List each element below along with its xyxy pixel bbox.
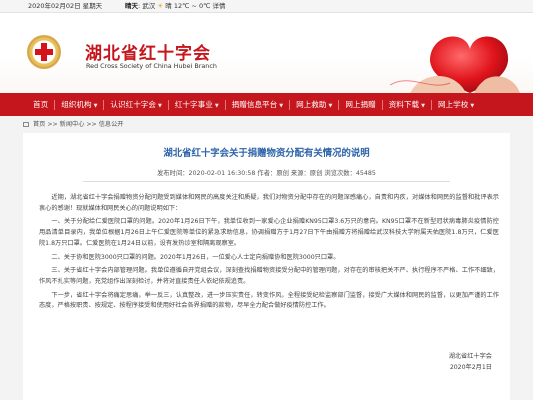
nav-item-organization[interactable]: 组织机构 ▼ (56, 93, 102, 116)
nav-item-red-cross-cause[interactable]: 红十字事业 ▼ (170, 93, 224, 116)
site-title: 湖北省红十字会 (85, 44, 211, 64)
weather-text: 晴 (165, 2, 172, 10)
home-icon (23, 121, 29, 127)
site-header: 湖北省红十字会 Red Cross Society of China Hubei… (0, 13, 533, 93)
nav-item-about-red-cross[interactable]: 认识红十字会 ▼ (105, 93, 166, 116)
chevron-down-icon: ▼ (157, 103, 162, 109)
breadcrumb: 首页 >> 新闻中心 >> 信息公开 (23, 119, 510, 130)
signature-date: 2020年2月1日 (449, 364, 492, 371)
chevron-down-icon: ▼ (214, 103, 219, 109)
breadcrumb-home[interactable]: 首页 (33, 121, 45, 128)
nav-item-online-relief[interactable]: 网上救助 ▼ (291, 93, 337, 116)
article-paragraph: 近期，湖北省红十字会捐赠物资分配问题受到媒体和网民的高度关注和质疑，我们对物资分… (39, 194, 499, 212)
breadcrumb-current[interactable]: 信息公开 (99, 121, 124, 128)
chevron-down-icon: ▼ (421, 103, 425, 109)
weather-detail-link[interactable]: 详情 (213, 2, 226, 10)
breadcrumb-news[interactable]: 新闻中心 (60, 121, 85, 128)
article-paragraph: 下一步，省红十字会将痛定思痛，举一反三，认真整改，进一步压实责任，转变作风，全程… (39, 291, 499, 310)
main-navigation: 首页 组织机构 ▼ 认识红十字会 ▼ 红十字事业 ▼ 捐赠信息平台 ▼ 网上救助 ▼ 网上… (0, 93, 533, 116)
article-paragraph: 一、关于分配给仁爱医院口罩的问题。2020年1月26日下午，我单位收到一家爱心企… (39, 218, 499, 247)
article-body: 近期，湖北省红十字会捐赠物资分配问题受到媒体和网民的高度关注和质疑，我们对物资分… (39, 193, 499, 315)
chevron-down-icon: ▼ (470, 103, 475, 109)
article-meta: 发布时间：2020-02-01 16:30:58 作者：原创 来源：原创 浏览次… (23, 168, 510, 182)
nav-item-home[interactable]: 首页 (28, 93, 53, 116)
article-signature: 湖北省红十字会 2020年2月1日 (449, 351, 492, 373)
site-subtitle: Red Cross Society of China Hubei Branch (86, 62, 217, 70)
meta-divider (83, 181, 450, 182)
article-paragraph: 二、关于协和医院3000只口罩的问题。2020年1月26日，一位爱心人士定向捐赠… (51, 253, 340, 261)
top-info-bar: 2020年02月02日 星期天 晴天: 武汉 ☀ 晴 12℃ ~ 0℃ 详情 (0, 0, 533, 13)
chevron-down-icon: ▼ (93, 103, 98, 109)
weather-widget: 晴天: 武汉 ☀ 晴 12℃ ~ 0℃ 详情 (125, 2, 226, 10)
temperature: 12℃ ~ 0℃ (173, 2, 211, 10)
signature-org: 湖北省红十字会 (448, 353, 492, 360)
chevron-down-icon: ▼ (328, 103, 333, 109)
chevron-down-icon: ▼ (279, 103, 284, 109)
city-name: 武汉 (142, 2, 156, 10)
article-paragraph: 三、关于省红十字会内部管理问题。我单位遵循自开党组会议，深刻查找捐赠物资接受分配… (39, 267, 499, 285)
nav-item-online-donation[interactable]: 网上捐赠 (340, 93, 380, 116)
sun-icon: ☀ (157, 2, 164, 10)
nav-item-online-school[interactable]: 网上学校 ▼ (433, 93, 479, 116)
hands-heart-icon (390, 36, 520, 93)
article-panel: 湖北省红十字会关于捐赠物资分配有关情况的说明 发布时间：2020-02-01 1… (23, 133, 510, 400)
red-cross-logo-icon[interactable] (27, 35, 61, 69)
nav-item-downloads[interactable]: 资料下载 ▼ (384, 93, 430, 116)
weather-label: 晴天 (125, 2, 138, 10)
current-date: 2020年02月02日 星期天 (28, 2, 103, 10)
article-title: 湖北省红十字会关于捐赠物资分配有关情况的说明 (163, 148, 370, 159)
nav-item-donation-platform[interactable]: 捐赠信息平台 ▼ (227, 93, 288, 116)
